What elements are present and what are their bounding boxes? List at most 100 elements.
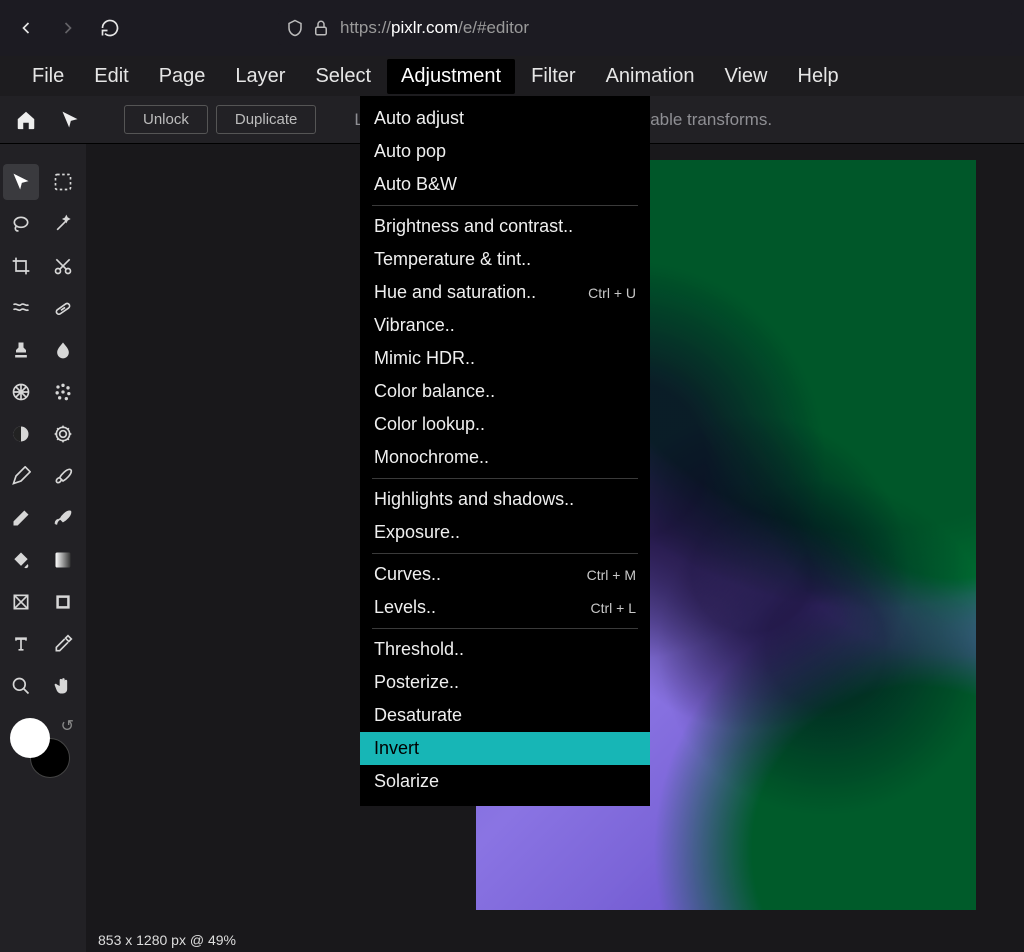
tool-crop[interactable] [3, 248, 39, 284]
dropdown-item[interactable]: Vibrance.. [360, 309, 650, 342]
dropdown-separator [372, 628, 638, 629]
back-button[interactable] [12, 14, 40, 42]
dropdown-item[interactable]: Color lookup.. [360, 408, 650, 441]
dropdown-item-label: Temperature & tint.. [374, 249, 531, 270]
menu-view[interactable]: View [711, 59, 782, 94]
dropdown-item-label: Monochrome.. [374, 447, 489, 468]
swap-colors-icon[interactable]: ↺ [61, 716, 74, 736]
dropdown-item-label: Invert [374, 738, 419, 759]
tool-gradient[interactable] [45, 542, 81, 578]
dropdown-item[interactable]: Temperature & tint.. [360, 243, 650, 276]
tool-disperse[interactable] [45, 374, 81, 410]
menu-layer[interactable]: Layer [221, 59, 299, 94]
dropdown-item[interactable]: Auto adjust [360, 102, 650, 135]
tool-brush[interactable] [45, 458, 81, 494]
dropdown-item[interactable]: Curves.. Ctrl + M [360, 558, 650, 591]
dropdown-item[interactable]: Mimic HDR.. [360, 342, 650, 375]
tool-cut[interactable] [45, 248, 81, 284]
tool-frame[interactable] [45, 584, 81, 620]
url-bar[interactable]: https://pixlr.com/e/#editor [278, 11, 1012, 45]
dropdown-item[interactable]: Monochrome.. [360, 441, 650, 474]
tool-liquify[interactable] [3, 290, 39, 326]
tool-heal[interactable] [45, 290, 81, 326]
tool-smudge[interactable] [45, 500, 81, 536]
dropdown-item[interactable]: Posterize.. [360, 666, 650, 699]
fg-color-swatch[interactable] [10, 718, 50, 758]
tool-eyedropper[interactable] [45, 626, 81, 662]
dropdown-item[interactable]: Invert [360, 732, 650, 765]
dropdown-item-label: Posterize.. [374, 672, 459, 693]
menu-file[interactable]: File [18, 59, 78, 94]
dropdown-item-label: Desaturate [374, 705, 462, 726]
dropdown-item-label: Solarize [374, 771, 439, 792]
dropdown-item-shortcut: Ctrl + L [590, 600, 636, 616]
tool-marquee[interactable] [45, 164, 81, 200]
browser-bar: https://pixlr.com/e/#editor [0, 0, 1024, 56]
tool-blur[interactable] [45, 332, 81, 368]
url-text: https://pixlr.com/e/#editor [340, 18, 529, 38]
color-swatches[interactable]: ↺ [10, 718, 70, 778]
dropdown-item-label: Auto pop [374, 141, 446, 162]
home-icon[interactable] [8, 102, 44, 138]
left-toolbar: ↺ [0, 144, 86, 952]
move-tool-icon[interactable] [52, 102, 88, 138]
dropdown-item[interactable]: Color balance.. [360, 375, 650, 408]
menu-animation[interactable]: Animation [592, 59, 709, 94]
tool-fill[interactable] [3, 542, 39, 578]
menu-filter[interactable]: Filter [517, 59, 589, 94]
dropdown-item[interactable]: Desaturate [360, 699, 650, 732]
tool-pen[interactable] [3, 458, 39, 494]
status-bar: 853 x 1280 px @ 49% [86, 928, 248, 952]
dropdown-item[interactable]: Solarize [360, 765, 650, 798]
unlock-button[interactable]: Unlock [124, 105, 208, 134]
shield-icon [286, 19, 304, 37]
dropdown-item-label: Exposure.. [374, 522, 460, 543]
tool-sponge[interactable] [45, 416, 81, 452]
tool-wand[interactable] [45, 206, 81, 242]
lock-icon [312, 19, 330, 37]
dropdown-item-label: Curves.. [374, 564, 441, 585]
tool-stamp[interactable] [3, 332, 39, 368]
tool-eraser[interactable] [3, 500, 39, 536]
menu-page[interactable]: Page [145, 59, 220, 94]
tool-lasso[interactable] [3, 206, 39, 242]
dropdown-item-label: Hue and saturation.. [374, 282, 536, 303]
dropdown-item-label: Color balance.. [374, 381, 495, 402]
dropdown-item[interactable]: Brightness and contrast.. [360, 210, 650, 243]
reload-button[interactable] [96, 14, 124, 42]
forward-button[interactable] [54, 14, 82, 42]
dropdown-item-label: Highlights and shadows.. [374, 489, 574, 510]
tool-text[interactable] [3, 626, 39, 662]
tool-shape[interactable] [3, 584, 39, 620]
dropdown-item-shortcut: Ctrl + M [587, 567, 636, 583]
dropdown-separator [372, 478, 638, 479]
tool-move[interactable] [3, 164, 39, 200]
menu-help[interactable]: Help [784, 59, 853, 94]
dropdown-item-label: Auto B&W [374, 174, 457, 195]
tool-zoom[interactable] [3, 668, 39, 704]
dropdown-item-shortcut: Ctrl + U [588, 285, 636, 301]
dropdown-item-label: Mimic HDR.. [374, 348, 475, 369]
tool-dodge[interactable] [3, 416, 39, 452]
dropdown-item-label: Levels.. [374, 597, 436, 618]
dropdown-item-label: Color lookup.. [374, 414, 485, 435]
app-menubar: File Edit Page Layer Select Adjustment F… [0, 56, 1024, 96]
dropdown-item-label: Vibrance.. [374, 315, 455, 336]
dropdown-item[interactable]: Hue and saturation.. Ctrl + U [360, 276, 650, 309]
dropdown-separator [372, 553, 638, 554]
menu-adjustment[interactable]: Adjustment [387, 59, 515, 94]
menu-select[interactable]: Select [301, 59, 385, 94]
duplicate-button[interactable]: Duplicate [216, 105, 317, 134]
status-text: 853 x 1280 px @ 49% [98, 932, 236, 948]
tool-hand[interactable] [45, 668, 81, 704]
menu-edit[interactable]: Edit [80, 59, 142, 94]
tool-pixelate[interactable] [3, 374, 39, 410]
dropdown-item-label: Brightness and contrast.. [374, 216, 573, 237]
dropdown-separator [372, 205, 638, 206]
dropdown-item[interactable]: Exposure.. [360, 516, 650, 549]
dropdown-item[interactable]: Threshold.. [360, 633, 650, 666]
dropdown-item[interactable]: Levels.. Ctrl + L [360, 591, 650, 624]
dropdown-item[interactable]: Auto pop [360, 135, 650, 168]
dropdown-item[interactable]: Highlights and shadows.. [360, 483, 650, 516]
dropdown-item[interactable]: Auto B&W [360, 168, 650, 201]
